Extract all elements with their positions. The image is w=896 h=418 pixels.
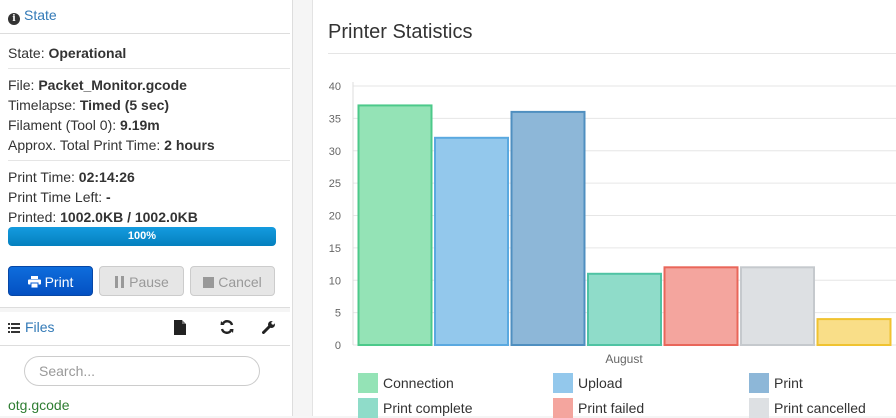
- bar: [510, 110, 586, 347]
- divider: [8, 160, 290, 161]
- legend-swatch: [749, 373, 769, 393]
- bar: [587, 272, 662, 346]
- x-tick-label: August: [605, 352, 643, 366]
- time-left-row: Print Time Left: -: [8, 187, 111, 207]
- printed-value: 1002.0KB / 1002.0KB: [60, 209, 198, 225]
- legend-swatch: [358, 398, 378, 418]
- y-tick-label: 20: [329, 211, 341, 223]
- print-icon: [27, 276, 41, 289]
- cancel-button-label: Cancel: [218, 274, 262, 290]
- legend-item[interactable]: Print complete: [358, 398, 538, 418]
- main-content: Printer Statistics 0 5 10 15 20 25 30 35 40 Augus…: [312, 0, 896, 418]
- filament-row: Filament (Tool 0): 9.19m: [8, 115, 160, 135]
- progress-bar: 100%: [8, 227, 276, 246]
- legend-item[interactable]: Upload: [553, 373, 733, 393]
- approx-time-label: Approx. Total Print Time:: [8, 137, 165, 153]
- cancel-button[interactable]: Cancel: [190, 266, 275, 296]
- bar: [740, 266, 815, 346]
- print-time-row: Print Time: 02:14:26: [8, 167, 135, 187]
- timelapse-row: Timelapse: Timed (5 sec): [8, 95, 169, 115]
- files-title[interactable]: Files: [8, 319, 55, 335]
- print-button[interactable]: Print: [8, 266, 93, 296]
- search-input[interactable]: Search...: [24, 356, 260, 386]
- legend-label: Upload: [578, 375, 623, 391]
- bar: [357, 104, 433, 346]
- legend-label: Print cancelled: [774, 400, 866, 416]
- state-value: Operational: [48, 45, 127, 61]
- search-placeholder: Search...: [39, 363, 96, 379]
- state-row: State: Operational: [8, 43, 126, 63]
- legend-label: Print complete: [383, 400, 473, 416]
- refresh-icon[interactable]: [220, 320, 234, 334]
- print-time-label: Print Time:: [8, 169, 79, 185]
- divider: [8, 68, 290, 69]
- legend-swatch: [358, 373, 378, 393]
- list-icon: [8, 323, 20, 333]
- time-left-value: -: [106, 189, 111, 205]
- y-tick-label: 10: [329, 275, 341, 287]
- printer-stats-chart: 0 5 10 15 20 25 30 35 40 August: [329, 81, 896, 366]
- bar: [434, 136, 509, 346]
- y-tick-label: 30: [329, 146, 341, 158]
- file-name: otg.gcode: [8, 397, 70, 413]
- legend-item[interactable]: Connection: [358, 373, 538, 393]
- state-title[interactable]: i State: [8, 7, 57, 25]
- filament-label: Filament (Tool 0):: [8, 117, 121, 133]
- pause-button[interactable]: Pause: [99, 266, 184, 296]
- progress-text: 100%: [127, 230, 157, 242]
- approx-time-row: Approx. Total Print Time: 2 hours: [8, 135, 215, 155]
- wrench-icon[interactable]: [262, 320, 276, 334]
- y-tick-label: 0: [335, 340, 341, 352]
- printed-row: Printed: 1002.0KB / 1002.0KB: [8, 207, 198, 227]
- state-title-label: State: [24, 7, 57, 23]
- state-header[interactable]: i State: [0, 0, 290, 34]
- print-button-label: Print: [44, 274, 74, 290]
- timelapse-label: Timelapse:: [8, 97, 80, 113]
- pause-icon: [115, 276, 125, 288]
- approx-time-value: 2 hours: [164, 137, 215, 153]
- legend-swatch: [749, 398, 769, 418]
- legend-item[interactable]: Print cancelled: [749, 398, 896, 418]
- file-list-item[interactable]: otg.gcode: [8, 397, 70, 413]
- print-time-value: 02:14:26: [78, 169, 135, 185]
- legend-item[interactable]: Print: [749, 373, 896, 393]
- printed-label: Printed:: [8, 209, 61, 225]
- file-label: File:: [8, 77, 39, 93]
- legend-label: Print: [774, 375, 803, 391]
- file-row: File: Packet_Monitor.gcode: [8, 75, 187, 95]
- files-header: Files: [0, 311, 290, 346]
- y-tick-label: 25: [329, 178, 341, 190]
- state-label: State:: [8, 45, 49, 61]
- pause-button-label: Pause: [129, 274, 169, 290]
- legend-label: Print failed: [578, 400, 645, 416]
- files-title-label: Files: [25, 319, 55, 335]
- file-value: Packet_Monitor.gcode: [38, 77, 187, 93]
- legend-item[interactable]: Print failed: [553, 398, 733, 418]
- legend-swatch: [553, 373, 573, 393]
- time-left-label: Print Time Left:: [8, 189, 107, 205]
- bar: [663, 266, 739, 346]
- stop-icon: [203, 277, 215, 288]
- y-tick-label: 5: [335, 308, 341, 320]
- new-file-icon[interactable]: [174, 320, 186, 335]
- legend-swatch: [553, 398, 573, 418]
- y-tick-label: 15: [329, 243, 341, 255]
- timelapse-value: Timed (5 sec): [79, 97, 170, 113]
- y-tick-label: 40: [329, 81, 341, 93]
- legend-label: Connection: [383, 375, 454, 391]
- filament-value: 9.19m: [120, 117, 160, 133]
- sidebar: i State State: Operational File: Packet_M…: [0, 0, 293, 416]
- y-tick-label: 35: [329, 113, 341, 125]
- info-icon: i: [8, 13, 20, 25]
- bar: [816, 318, 892, 347]
